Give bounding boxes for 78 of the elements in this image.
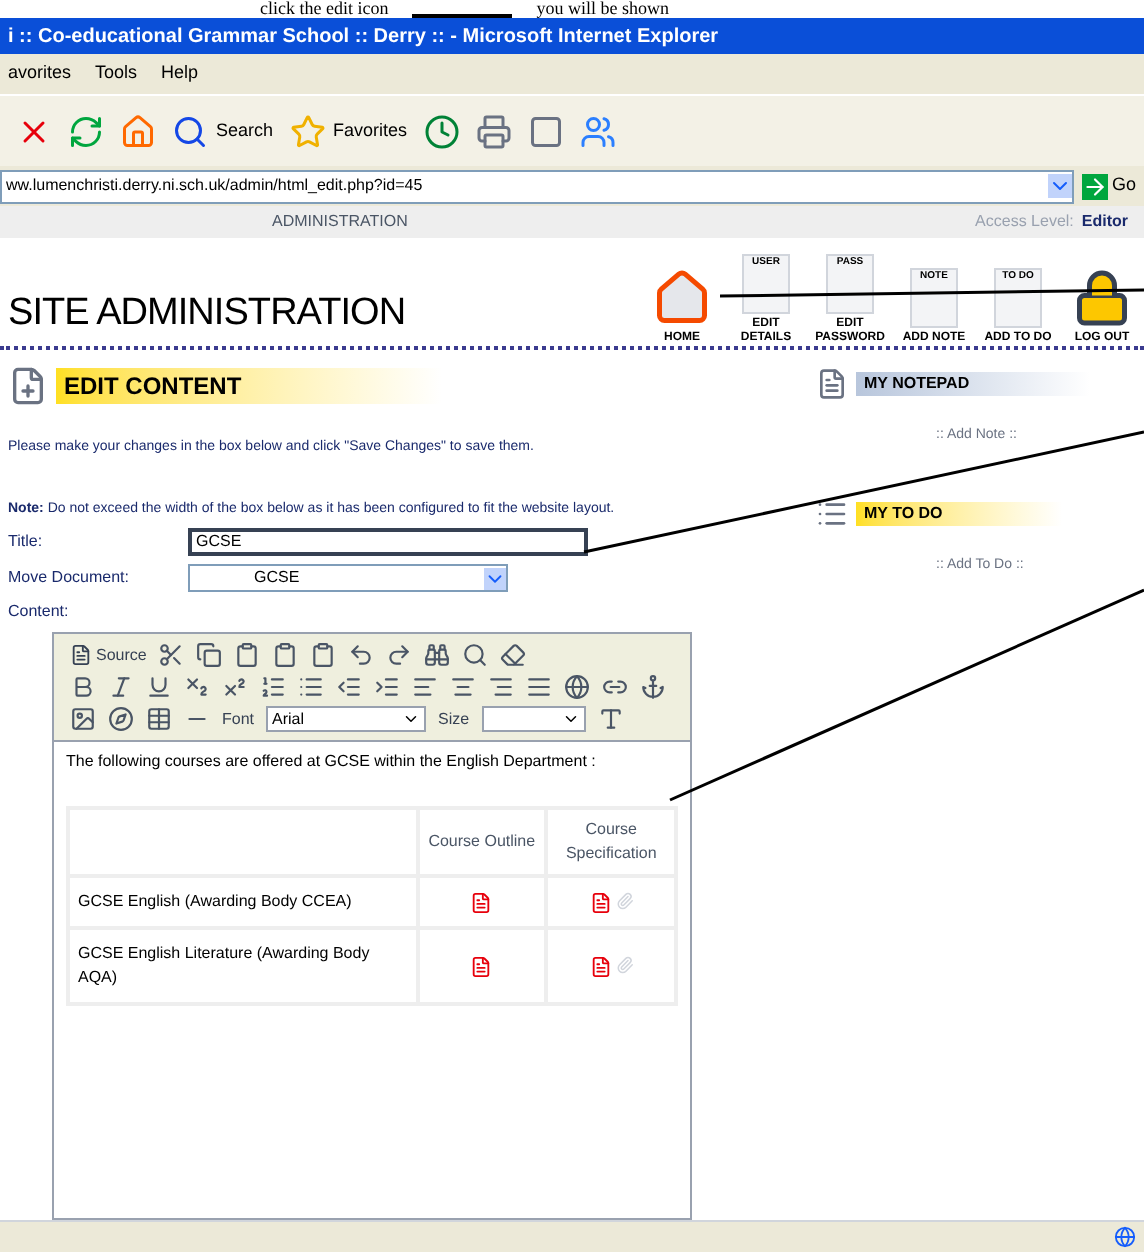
document-caption: you will be shown bbox=[536, 0, 669, 18]
copy-icon[interactable] bbox=[196, 642, 223, 668]
header-subtitle: ADMINISTRATION bbox=[272, 210, 408, 234]
font-label: Font bbox=[222, 707, 255, 731]
editor-content-area[interactable]: The following courses are offered at GCSE within the English Department : Course Outline Course Specification GCSE English (Awarding Body CCEA) GCSE English Literature (Awarding Body AQA) bbox=[54, 740, 690, 1218]
star-icon bbox=[289, 113, 326, 149]
content-label: Content: bbox=[8, 600, 71, 624]
eraser-icon[interactable] bbox=[500, 642, 527, 668]
dropdown-icon bbox=[561, 710, 580, 728]
toolbar-button[interactable]: Favorites bbox=[289, 113, 408, 149]
subscript-icon[interactable] bbox=[184, 674, 210, 700]
table-header-cell: Course Specification bbox=[548, 810, 674, 874]
dropdown-icon bbox=[402, 710, 421, 728]
bullet-list-icon[interactable] bbox=[298, 674, 324, 700]
document-add-icon bbox=[8, 366, 48, 406]
move-document-dropdown[interactable]: GCSE bbox=[188, 564, 508, 592]
align-left-icon[interactable] bbox=[412, 674, 438, 700]
size-label: Size bbox=[438, 707, 470, 731]
move-document-label: Move Document: bbox=[8, 566, 131, 590]
dropdown-icon[interactable] bbox=[1047, 174, 1072, 198]
go-button[interactable]: Go bbox=[1081, 172, 1136, 200]
title-label: Title: bbox=[8, 530, 45, 554]
padlock-icon bbox=[1072, 268, 1132, 328]
justify-icon[interactable] bbox=[526, 674, 552, 700]
redo-icon[interactable] bbox=[386, 642, 413, 668]
find-icon[interactable] bbox=[424, 642, 451, 668]
clock-icon[interactable] bbox=[423, 113, 460, 149]
cut-icon[interactable] bbox=[158, 642, 185, 668]
globe-icon bbox=[1114, 1226, 1136, 1248]
people-icon[interactable] bbox=[579, 113, 616, 149]
underline-icon[interactable] bbox=[146, 674, 172, 700]
square-icon[interactable] bbox=[527, 113, 564, 149]
document-icon bbox=[70, 644, 92, 666]
text-color-icon[interactable] bbox=[597, 706, 624, 732]
page-title: SITE ADMINISTRATION bbox=[8, 289, 406, 337]
notepad-icon bbox=[816, 366, 848, 402]
sidebar-heading: MY TO DO bbox=[856, 501, 1063, 525]
home-icon[interactable] bbox=[120, 113, 156, 149]
bold-icon[interactable] bbox=[70, 674, 96, 700]
align-right-icon[interactable] bbox=[488, 674, 514, 700]
address-field[interactable]: ww.lumenchristi.derry.ni.sch.uk/admin/html_edit.php?id=45 bbox=[0, 169, 1074, 203]
document-caption: click the edit icon bbox=[260, 0, 389, 18]
menu-item[interactable]: Tools bbox=[95, 60, 138, 88]
access-label: Access Level: bbox=[975, 210, 1074, 234]
menu-item[interactable]: Help bbox=[161, 60, 199, 88]
refresh-icon[interactable] bbox=[68, 113, 104, 149]
table-header-cell: Course Outline bbox=[419, 810, 545, 874]
pdf-icon[interactable] bbox=[470, 891, 493, 913]
content-paragraph: The following courses are offered at GCSE within the English Department : bbox=[66, 750, 598, 774]
pdf-icon[interactable] bbox=[470, 955, 493, 977]
image-icon[interactable] bbox=[70, 706, 96, 732]
superscript-icon[interactable] bbox=[222, 674, 248, 700]
align-center-icon[interactable] bbox=[450, 674, 476, 700]
title-field[interactable]: GCSE bbox=[188, 528, 588, 556]
table-cell: GCSE English Literature (Awarding Body AQA) bbox=[70, 930, 416, 1002]
access-value: Editor bbox=[1081, 210, 1128, 234]
paste-icon[interactable] bbox=[234, 642, 261, 668]
source-button[interactable]: Source bbox=[70, 643, 147, 667]
toolbar-button[interactable]: Search bbox=[172, 113, 274, 149]
paperclip-icon bbox=[615, 955, 634, 973]
dropdown-icon bbox=[484, 567, 506, 589]
pdf-icon[interactable] bbox=[589, 891, 612, 913]
printer-icon[interactable] bbox=[475, 113, 512, 149]
anchor-icon[interactable] bbox=[640, 674, 666, 700]
italic-icon[interactable] bbox=[108, 674, 134, 700]
outdent-icon[interactable] bbox=[336, 674, 362, 700]
undo-icon[interactable] bbox=[348, 642, 375, 668]
table-icon[interactable] bbox=[146, 706, 172, 732]
house-icon bbox=[652, 268, 712, 328]
indent-icon[interactable] bbox=[374, 674, 400, 700]
table-cell: GCSE English (Awarding Body CCEA) bbox=[70, 878, 416, 926]
numbered-list-icon[interactable] bbox=[260, 674, 286, 700]
search-icon bbox=[172, 113, 208, 149]
window-title: i :: Co-educational Grammar School :: Derry :: - Microsoft Internet Explorer bbox=[8, 23, 719, 51]
paperclip-icon bbox=[615, 891, 634, 909]
menu-item[interactable]: avorites bbox=[8, 60, 72, 88]
font-dropdown[interactable]: Arial bbox=[266, 706, 427, 732]
pdf-icon[interactable] bbox=[589, 955, 612, 977]
